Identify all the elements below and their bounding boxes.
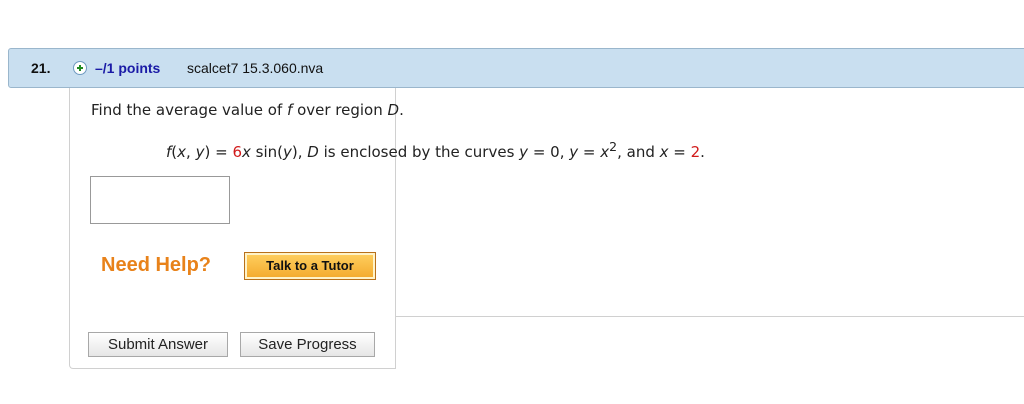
save-progress-button[interactable]: Save Progress — [240, 332, 375, 357]
function-definition: f(x, y) = 6x sin(y), D is enclosed by th… — [166, 139, 705, 161]
question-body — [69, 88, 396, 369]
expand-plus-icon[interactable] — [73, 61, 87, 75]
need-help-label: Need Help? — [101, 254, 212, 276]
points-link[interactable]: –/1 points — [95, 60, 160, 76]
submit-answer-button[interactable]: Submit Answer — [88, 332, 228, 357]
question-code: scalcet7 15.3.060.nva — [187, 60, 324, 76]
question-header: 21. –/1 points scalcet7 15.3.060.nva — [8, 48, 1024, 88]
divider-line — [395, 316, 1024, 317]
question-number: 21. — [31, 60, 51, 76]
answer-input[interactable] — [90, 176, 230, 224]
talk-to-tutor-button[interactable]: Talk to a Tutor — [244, 252, 376, 280]
question-prompt: Find the average value of f over region … — [91, 101, 404, 119]
